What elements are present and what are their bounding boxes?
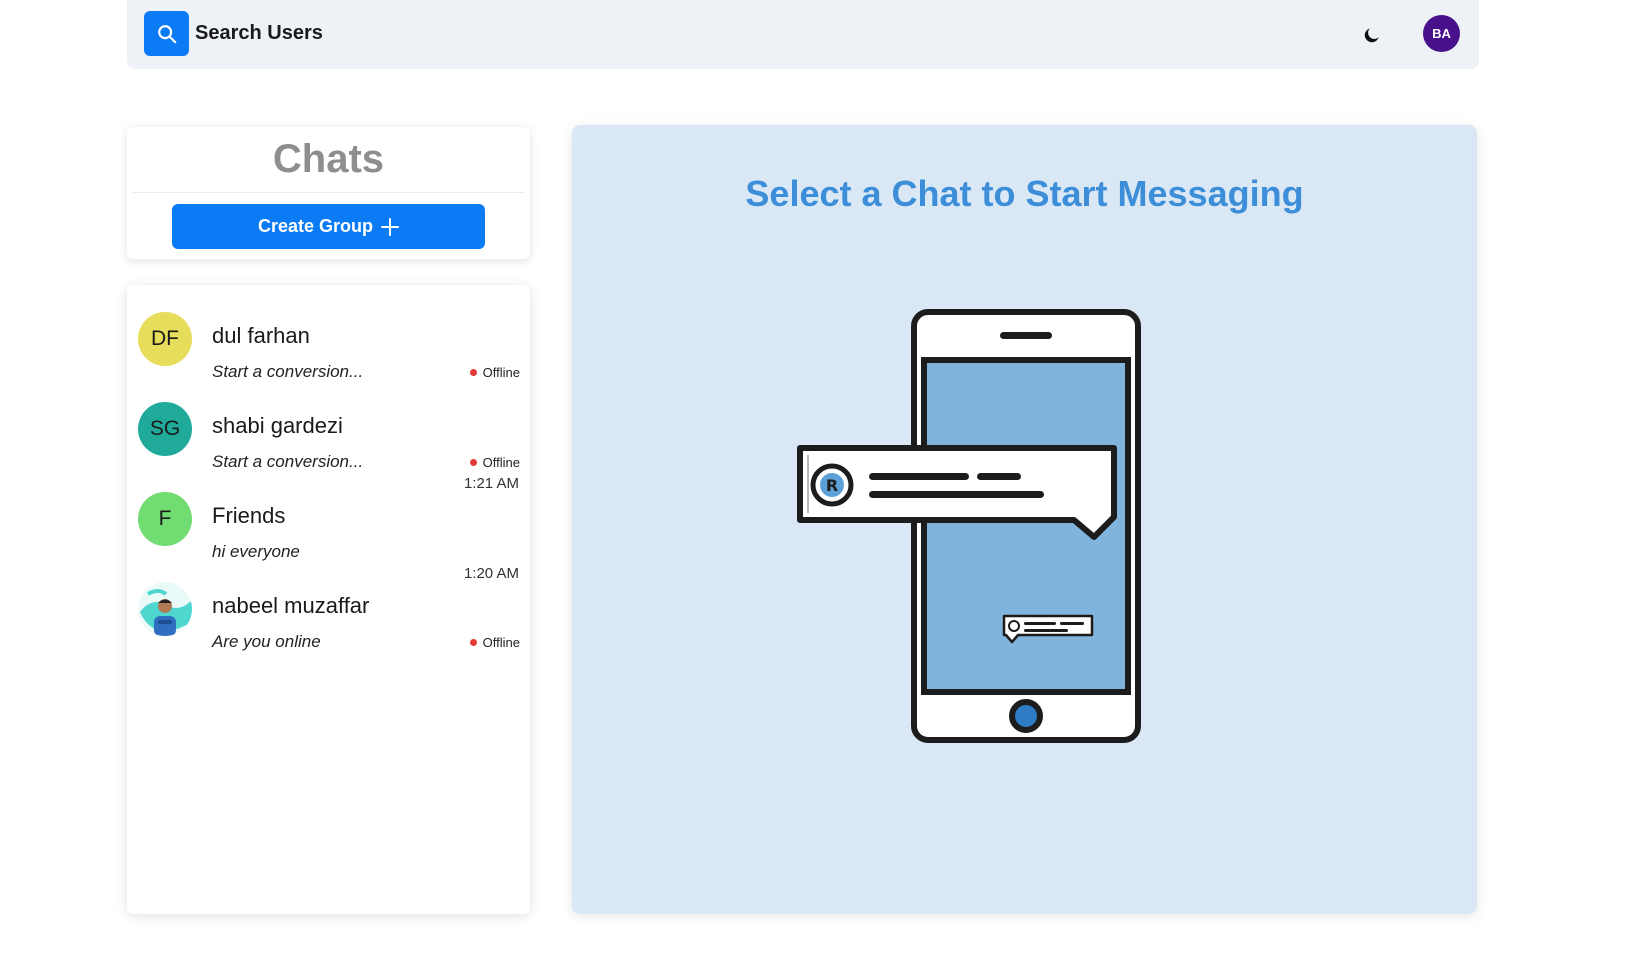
divider	[133, 192, 524, 193]
dark-mode-toggle[interactable]	[1355, 18, 1389, 52]
plus-icon	[381, 217, 400, 236]
chats-header-card: Chats Create Group	[127, 127, 530, 259]
chat-list: DF dul farhan Start a conversion... Offl…	[127, 285, 530, 914]
search-users-button[interactable]: Search Users	[144, 11, 323, 56]
create-group-button[interactable]: Create Group	[172, 204, 485, 249]
chat-item-friends[interactable]: 1:21 AM F Friends hi everyone	[127, 465, 530, 561]
status-text: Offline	[482, 635, 520, 650]
chat-name: Friends	[212, 503, 286, 528]
svg-text:R: R	[826, 476, 838, 495]
chats-title: Chats	[272, 137, 385, 181]
chat-item-dul-farhan[interactable]: DF dul farhan Start a conversion... Offl…	[127, 285, 530, 381]
avatar: SG	[138, 402, 192, 456]
chat-item-nabeel-muzaffar[interactable]: 1:20 AM nabeel muzaffar Are you online O…	[127, 555, 530, 651]
chat-item-shabi-gardezi[interactable]: SG shabi gardezi Start a conversion... O…	[127, 375, 530, 471]
chat-preview: Are you online	[212, 632, 321, 651]
offline-dot-icon	[469, 639, 477, 646]
top-bar: Search Users BA	[127, 0, 1479, 69]
chat-name: shabi gardezi	[212, 413, 343, 438]
empty-state-title: Select a Chat to Start Messaging	[745, 173, 1304, 214]
chat-name: dul farhan	[212, 323, 310, 348]
chat-time: 1:20 AM	[463, 565, 519, 582]
user-avatar[interactable]: BA	[1423, 15, 1460, 52]
status-badge: Offline	[469, 635, 520, 650]
avatar: F	[138, 492, 192, 546]
avatar-photo	[138, 582, 192, 636]
chat-name: nabeel muzaffar	[212, 593, 370, 618]
phone-chat-illustration: R	[797, 309, 1141, 743]
chat-time: 1:21 AM	[463, 475, 519, 492]
chat-panel-empty: Select a Chat to Start Messaging R	[572, 125, 1477, 914]
moon-icon	[1364, 28, 1379, 43]
search-users-label: Search Users	[195, 22, 323, 44]
search-icon[interactable]	[144, 11, 189, 56]
create-group-label: Create Group	[257, 216, 374, 236]
avatar: DF	[138, 312, 192, 366]
